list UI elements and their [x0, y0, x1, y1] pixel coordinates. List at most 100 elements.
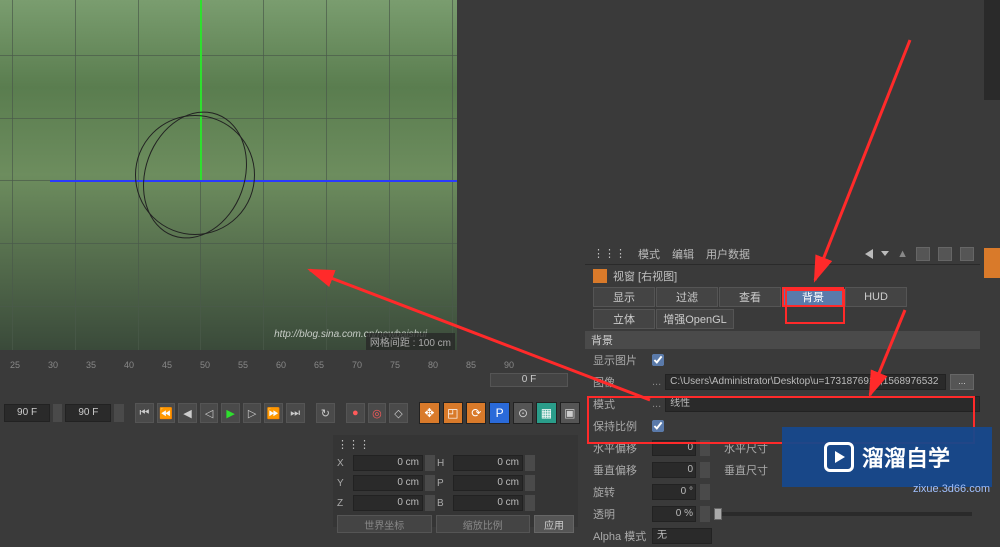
coord-scale-dropdown[interactable]: 缩放比例	[436, 515, 531, 533]
mograph-tool-button[interactable]: ▦	[536, 402, 556, 424]
tab-view[interactable]: 查看	[719, 287, 781, 307]
tab-stereo[interactable]: 立体	[593, 309, 655, 329]
coord-h-label: H	[437, 458, 451, 469]
frame-start-input[interactable]: 90 F	[4, 404, 50, 422]
browse-image-button[interactable]: ...	[950, 374, 974, 390]
label-rotate: 旋转	[593, 484, 648, 500]
goto-end-button[interactable]: ⏭	[286, 403, 305, 423]
input-image-path[interactable]: C:\Users\Administrator\Desktop\u=1731876…	[665, 374, 946, 390]
coord-y-size-input[interactable]: 0 cm	[453, 475, 523, 491]
keyframe-button[interactable]: ◇	[389, 403, 408, 423]
new-window-icon[interactable]	[938, 247, 952, 261]
attributes-title: 视窗 [右视图]	[613, 268, 677, 284]
current-frame-readout[interactable]: 0 F	[490, 373, 568, 387]
coord-x-pos-input[interactable]: 0 cm	[353, 455, 423, 471]
nav-up-icon[interactable]: ▲	[897, 248, 908, 260]
coord-apply-button[interactable]: 应用	[534, 515, 574, 533]
brand-play-icon	[824, 442, 854, 472]
ruler-tick: 50	[200, 360, 210, 370]
side-panel-tabs[interactable]	[984, 0, 1000, 100]
coord-x-label: X	[337, 458, 351, 469]
label-keep-ratio: 保持比例	[593, 418, 648, 434]
step-back-key-button[interactable]: ⏪	[157, 403, 176, 423]
spinner[interactable]	[700, 484, 710, 500]
step-fwd-button[interactable]: ▷	[243, 403, 262, 423]
timeline-controls: 90 F 90 F ⏮ ⏪ ◀ ◁ ▶ ▷ ⏩ ⏭ ↻ ● ◎ ◇ ✥ ◰ ⟳ …	[0, 401, 580, 425]
viewport-right-view[interactable]: http://blog.sina.com.cn/newbaishui 网格间距 …	[0, 0, 457, 350]
coord-b-label: B	[437, 498, 451, 509]
autokey-button[interactable]: ◎	[368, 403, 387, 423]
lock-icon[interactable]	[916, 247, 930, 261]
ruler-tick: 90	[504, 360, 514, 370]
label-show-image: 显示图片	[593, 352, 648, 368]
dropdown-mode[interactable]: 线性	[665, 396, 980, 412]
extra-tool-button[interactable]: ▣	[560, 402, 580, 424]
coord-z-size-input[interactable]: 0 cm	[453, 495, 523, 511]
coord-y-pos-input[interactable]: 0 cm	[353, 475, 423, 491]
tab-background[interactable]: 背景	[782, 287, 844, 307]
label-v-size: 垂直尺寸	[724, 462, 779, 478]
frame-current-input[interactable]: 90 F	[65, 404, 111, 422]
coord-spinner[interactable]	[425, 495, 435, 511]
coord-spinner[interactable]	[525, 495, 535, 511]
label-opacity: 透明	[593, 506, 648, 522]
coord-spinner[interactable]	[525, 455, 535, 471]
brand-overlay: 溜溜自学	[782, 427, 992, 487]
grid-spacing-label: 网格间距 : 100 cm	[366, 333, 455, 350]
scale-tool-button[interactable]: ◰	[443, 402, 463, 424]
label-v-offset: 垂直偏移	[593, 462, 648, 478]
menu-mode[interactable]: 模式	[638, 246, 660, 262]
side-panel-tab-active[interactable]	[984, 248, 1000, 278]
tab-filter[interactable]: 过滤	[656, 287, 718, 307]
anim-tool-button[interactable]: ⊙	[513, 402, 533, 424]
step-back-button[interactable]: ◀	[178, 403, 197, 423]
coord-spinner[interactable]	[425, 455, 435, 471]
loop-button[interactable]: ↻	[316, 403, 335, 423]
record-button[interactable]: ●	[346, 403, 365, 423]
ruler-tick: 40	[124, 360, 134, 370]
input-h-offset[interactable]: 0	[652, 440, 696, 456]
label-h-size: 水平尺寸	[724, 440, 779, 456]
viewport-settings-icon	[593, 269, 607, 283]
move-tool-button[interactable]: ✥	[419, 402, 439, 424]
nav-back-icon[interactable]	[865, 249, 873, 259]
spinner[interactable]	[700, 462, 710, 478]
slider-opacity[interactable]	[714, 512, 972, 516]
nav-dropdown-icon[interactable]	[881, 251, 889, 256]
label-h-offset: 水平偏移	[593, 440, 648, 456]
ruler-tick: 35	[86, 360, 96, 370]
input-rotate[interactable]: 0 °	[652, 484, 696, 500]
ruler-tick: 75	[390, 360, 400, 370]
menu-userdata[interactable]: 用户数据	[706, 246, 750, 262]
play-button[interactable]: ▶	[221, 403, 240, 423]
coord-z-pos-input[interactable]: 0 cm	[353, 495, 423, 511]
param-tool-button[interactable]: P	[489, 402, 509, 424]
step-fwd-key-button[interactable]: ⏩	[264, 403, 283, 423]
spinner[interactable]	[700, 440, 710, 456]
rotate-tool-button[interactable]: ⟳	[466, 402, 486, 424]
ruler-tick: 55	[238, 360, 248, 370]
coord-spinner[interactable]	[525, 475, 535, 491]
coord-spinner[interactable]	[425, 475, 435, 491]
coord-x-size-input[interactable]: 0 cm	[453, 455, 523, 471]
coord-z-label: Z	[337, 498, 351, 509]
brand-url: zixue.3d66.com	[913, 483, 990, 495]
tab-opengl[interactable]: 增强OpenGL	[656, 309, 734, 329]
frame-start-spinner[interactable]	[53, 404, 62, 422]
checkbox-show-image[interactable]	[652, 354, 664, 366]
goto-start-button[interactable]: ⏮	[135, 403, 154, 423]
dropdown-alpha[interactable]: 无	[652, 528, 712, 544]
frame-current-spinner[interactable]	[114, 404, 123, 422]
tab-display[interactable]: 显示	[593, 287, 655, 307]
play-back-button[interactable]: ◁	[200, 403, 219, 423]
coord-system-dropdown[interactable]: 世界坐标	[337, 515, 432, 533]
tab-hud[interactable]: HUD	[845, 287, 907, 307]
panel-grip-icon: ⋮⋮⋮	[337, 438, 370, 451]
input-opacity[interactable]: 0 %	[652, 506, 696, 522]
checkbox-keep-ratio[interactable]	[652, 420, 664, 432]
spinner[interactable]	[700, 506, 710, 522]
input-v-offset[interactable]: 0	[652, 462, 696, 478]
menu-edit[interactable]: 编辑	[672, 246, 694, 262]
attributes-menu-bar: ⋮⋮⋮ 模式 编辑 用户数据 ▲	[585, 243, 980, 265]
function-icon[interactable]	[960, 247, 974, 261]
